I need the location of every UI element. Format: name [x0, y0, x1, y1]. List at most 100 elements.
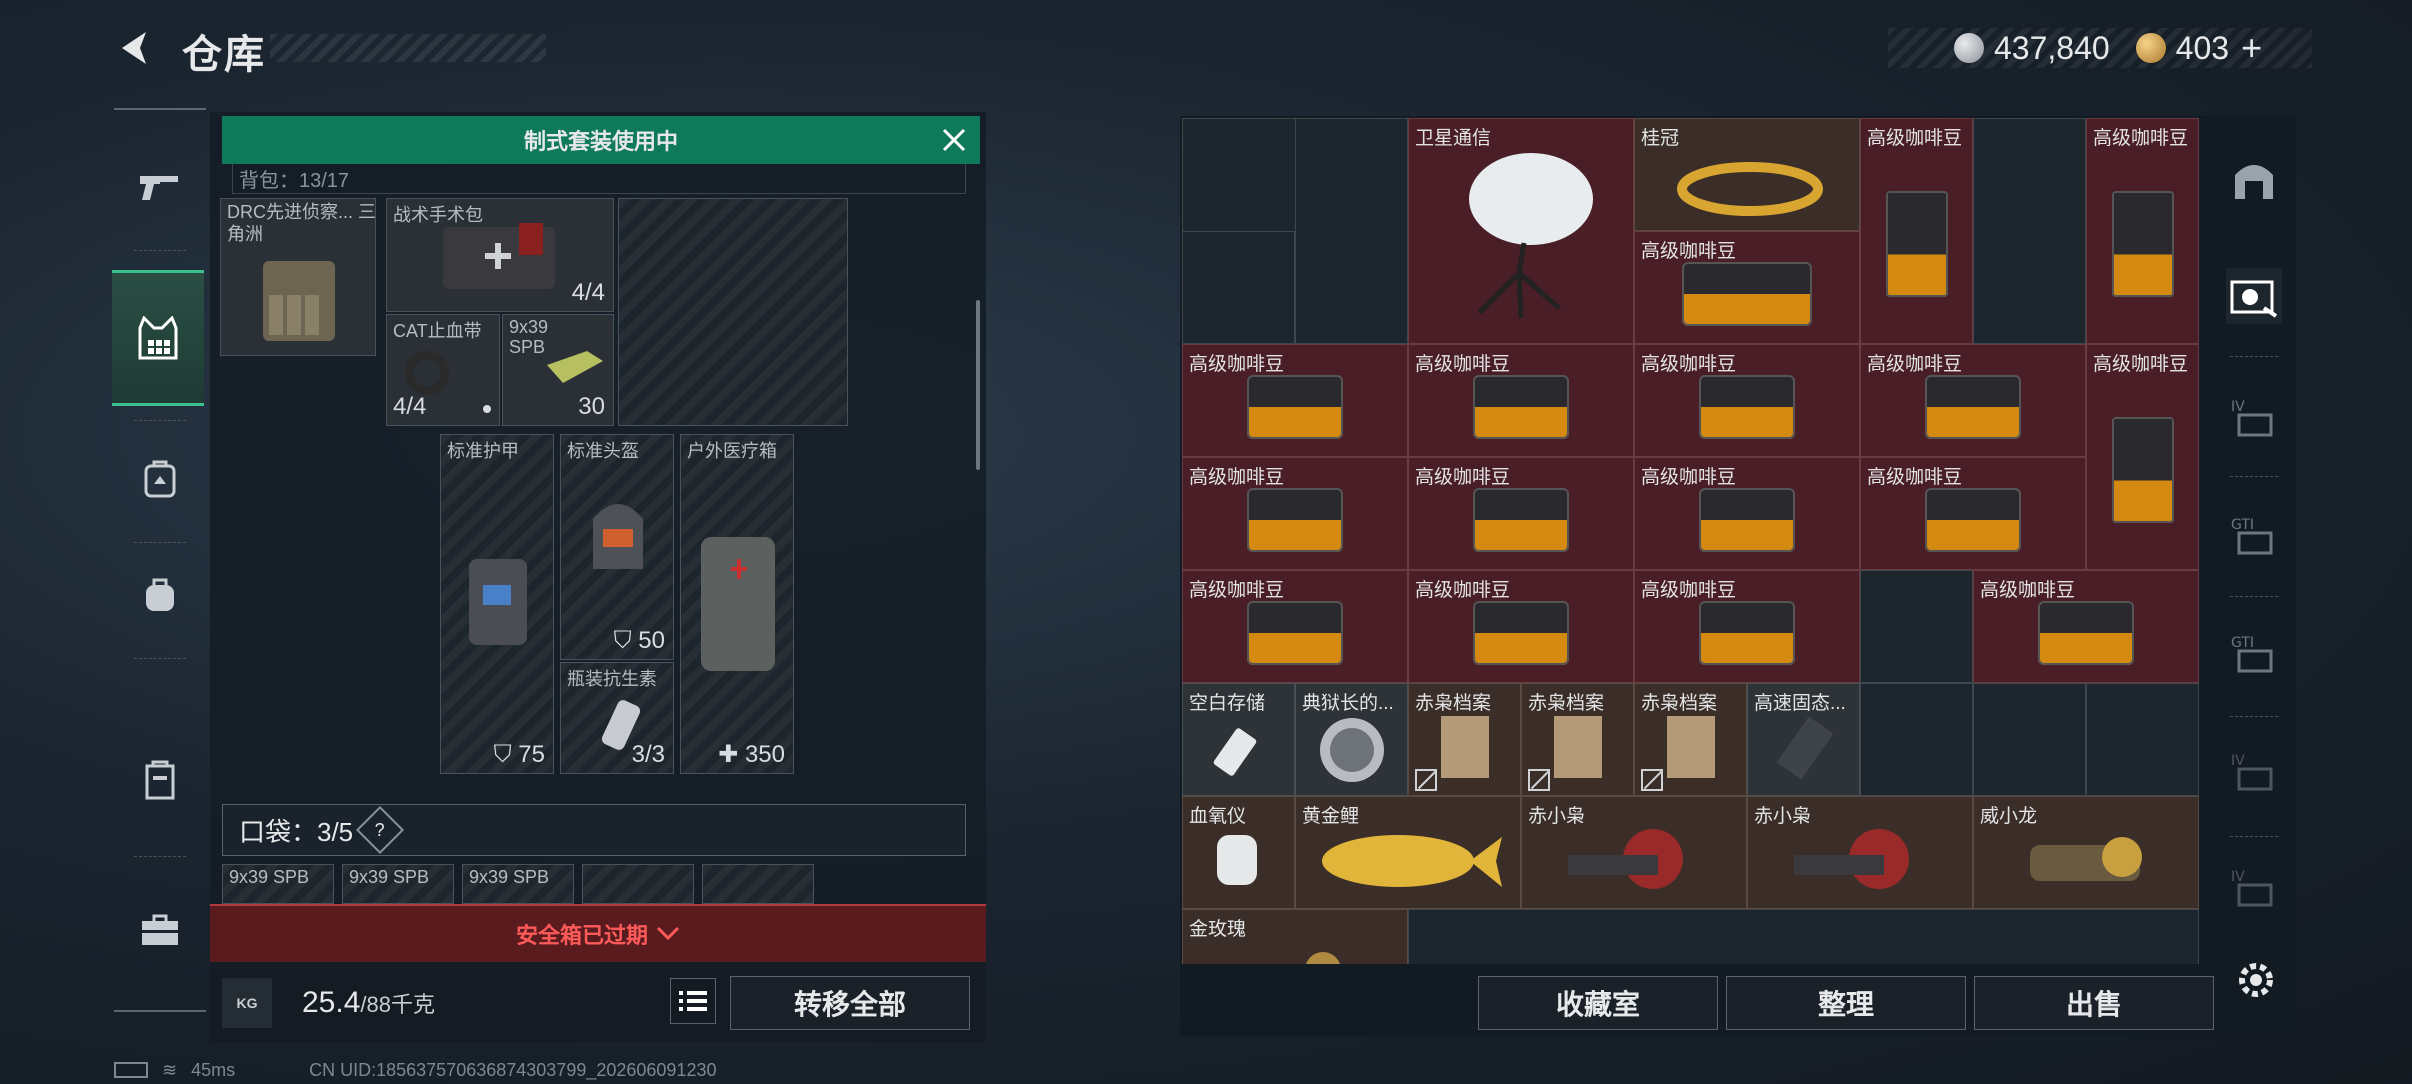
- currency-bar: 437,840 403 +: [1888, 27, 2312, 69]
- list-view-button[interactable]: [670, 978, 716, 1024]
- pocket-slot-2[interactable]: 9x39 SPB: [342, 864, 454, 904]
- item-ssd[interactable]: 高速固态...: [1747, 683, 1860, 796]
- item-coffee[interactable]: 高级咖啡豆: [1408, 344, 1634, 457]
- coffee-bag-icon: [1699, 375, 1795, 440]
- item-owl-file[interactable]: 赤枭档案: [1634, 683, 1747, 796]
- non-tradeable-icon: [1415, 769, 1437, 791]
- empty-slot[interactable]: [618, 198, 848, 426]
- item-red-owl[interactable]: 赤小枭: [1521, 796, 1747, 909]
- item-coffee[interactable]: 高级咖啡豆: [1408, 570, 1634, 683]
- transfer-all-button[interactable]: 转移全部: [730, 976, 970, 1030]
- storage-gti-icon: GTI: [2231, 635, 2273, 673]
- item-oximeter[interactable]: 血氧仪: [1182, 796, 1295, 909]
- safebox-expired-bar[interactable]: 安全箱已过期: [210, 904, 986, 962]
- item-warden-badge[interactable]: 典狱长的...: [1295, 683, 1408, 796]
- item-golden-rose[interactable]: 金玫瑰: [1182, 909, 1408, 964]
- sidebar-item-safebox[interactable]: [122, 742, 198, 818]
- item-coffee[interactable]: 高级咖啡豆: [1634, 570, 1860, 683]
- sidebar-item-toolbox[interactable]: [122, 892, 198, 968]
- coffee-bag-icon: [1699, 601, 1795, 666]
- item-tourniquet[interactable]: CAT止血带 4/4: [386, 314, 500, 426]
- item-ammo-9x39[interactable]: 9x39 SPB 30: [502, 314, 614, 426]
- svg-text:GTI: GTI: [2231, 517, 2254, 533]
- sell-button[interactable]: 出售: [1974, 976, 2214, 1030]
- ping-readout: 45ms: [191, 1059, 236, 1080]
- tab-gti-a[interactable]: GTI: [2226, 508, 2282, 564]
- coffee-bag-icon: [2038, 601, 2134, 666]
- pocket-slot-1[interactable]: 9x39 SPB: [222, 864, 334, 904]
- item-coffee[interactable]: 高级咖啡豆: [1634, 344, 1860, 457]
- item-chest-rig[interactable]: DRC先进侦察... 三角洲: [220, 198, 376, 356]
- list-icon: [679, 991, 707, 1011]
- pocket-slot-4[interactable]: [582, 864, 694, 904]
- weight-icon: KG: [222, 978, 272, 1028]
- coffee-bag-icon: [1885, 191, 1948, 298]
- item-coffee[interactable]: 高级咖啡豆: [1860, 344, 2086, 457]
- item-coffee[interactable]: 高级咖啡豆: [1408, 457, 1634, 570]
- item-red-owl[interactable]: 赤小枭: [1747, 796, 1973, 909]
- item-laurel[interactable]: 桂冠: [1634, 118, 1860, 231]
- item-empty-storage[interactable]: 空白存储: [1182, 683, 1295, 796]
- coffee-bag-icon: [1473, 601, 1569, 666]
- tab-collection[interactable]: [2226, 268, 2282, 324]
- vest-icon: [138, 316, 178, 360]
- svg-text:IV: IV: [2231, 399, 2245, 415]
- item-antibiotics[interactable]: 瓶装抗生素 3/3: [560, 662, 674, 774]
- chevron-down-icon: [656, 926, 680, 941]
- pocket-slot-3[interactable]: 9x39 SPB: [462, 864, 574, 904]
- settings-button[interactable]: [2232, 956, 2280, 1004]
- grid-empty-cell[interactable]: [1860, 570, 1973, 683]
- coffee-bag-icon: [1247, 601, 1343, 666]
- item-coffee[interactable]: 高级咖啡豆: [1634, 457, 1860, 570]
- close-banner-button[interactable]: [938, 124, 970, 156]
- item-standard-helmet[interactable]: 标准头盔 ⛉ 50: [560, 434, 674, 660]
- item-dragon[interactable]: 威小龙: [1973, 796, 2199, 909]
- item-satellite-comm[interactable]: 卫星通信: [1408, 118, 1634, 344]
- dragon-figurine-icon: [2030, 837, 2142, 881]
- warehouse-tabs: IV GTI GTI IV IV: [2212, 116, 2296, 946]
- coffee-bag-icon: [1925, 488, 2021, 553]
- carp-icon: [1322, 835, 1502, 887]
- item-coffee[interactable]: 高级咖啡豆: [1860, 118, 1973, 344]
- helmet-durability: ⛉ 50: [613, 627, 665, 654]
- item-golden-carp[interactable]: 黄金鲤: [1295, 796, 1521, 909]
- helmet-icon: [593, 504, 643, 569]
- item-owl-file[interactable]: 赤枭档案: [1408, 683, 1521, 796]
- item-coffee[interactable]: 高级咖啡豆: [1634, 231, 1860, 344]
- tab-level-4-c[interactable]: IV: [2226, 860, 2282, 916]
- surgery-kit-icon: [443, 223, 555, 289]
- item-standard-armor[interactable]: 标准护甲 ⛉ 75: [440, 434, 554, 774]
- sort-button[interactable]: 整理: [1726, 976, 1966, 1030]
- pocket-slot-5[interactable]: [702, 864, 814, 904]
- tab-level-4-a[interactable]: IV: [2226, 390, 2282, 446]
- item-coffee[interactable]: 高级咖啡豆: [1182, 344, 1408, 457]
- sidebar-item-backpack[interactable]: [122, 440, 198, 516]
- collection-room-button[interactable]: 收藏室: [1478, 976, 1718, 1030]
- item-coffee[interactable]: 高级咖啡豆: [2086, 344, 2199, 570]
- pocket-label: 口袋：3/5: [239, 816, 354, 847]
- svg-text:IV: IV: [2231, 869, 2245, 885]
- tab-gti-b[interactable]: GTI: [2226, 626, 2282, 682]
- tab-storage-home[interactable]: [2226, 150, 2282, 206]
- scrollbar[interactable]: [976, 300, 980, 470]
- tab-level-4-b[interactable]: IV: [2226, 744, 2282, 800]
- item-coffee[interactable]: 高级咖啡豆: [1860, 457, 2086, 570]
- item-coffee[interactable]: 高级咖啡豆: [1182, 570, 1408, 683]
- usb-drive-icon: [1213, 728, 1257, 776]
- item-outdoor-medkit[interactable]: 户外医疗箱 ✚ 350: [680, 434, 794, 774]
- pocket-help-button[interactable]: ?: [356, 805, 405, 855]
- item-surgery-kit[interactable]: 战术手术包 4/4: [386, 198, 614, 312]
- medal-icon: [1320, 718, 1384, 782]
- storage-gti-icon: GTI: [2231, 517, 2273, 555]
- coffee-bag-icon: [1925, 375, 2021, 440]
- container-icon: [145, 760, 175, 800]
- item-coffee[interactable]: 高级咖啡豆: [1182, 457, 1408, 570]
- item-owl-file[interactable]: 赤枭档案: [1521, 683, 1634, 796]
- back-button[interactable]: [112, 24, 160, 72]
- item-coffee[interactable]: 高级咖啡豆: [1973, 570, 2199, 683]
- sidebar-item-bag[interactable]: [122, 556, 198, 632]
- sidebar-item-weapons[interactable]: [122, 150, 198, 226]
- item-coffee[interactable]: 高级咖啡豆: [2086, 118, 2199, 344]
- add-currency-button[interactable]: +: [2241, 27, 2262, 69]
- sidebar-item-gear[interactable]: [112, 270, 204, 406]
